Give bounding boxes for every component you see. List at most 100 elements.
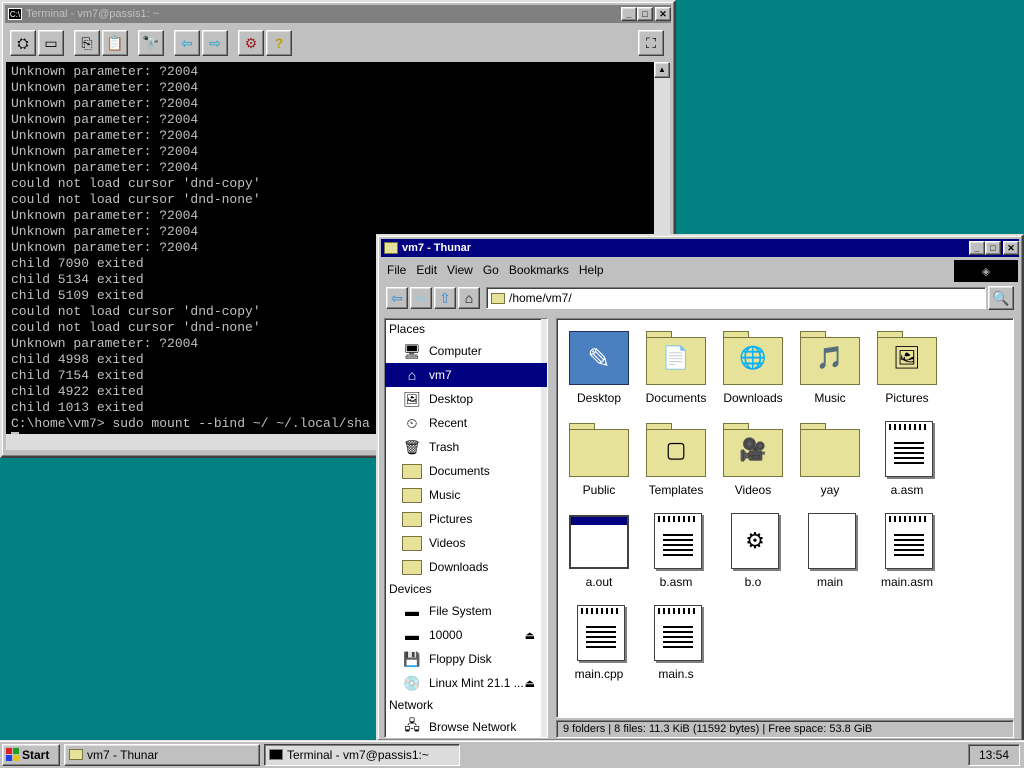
forward-arrow-icon[interactable]: ⇨ (410, 287, 432, 309)
back-arrow-icon[interactable]: ⇦ (174, 30, 200, 56)
network-heading: Network (389, 698, 434, 712)
file-item[interactable]: 📄 Documents (638, 329, 714, 405)
sidebar-item-trash[interactable]: 🗑 Trash (385, 435, 547, 459)
sidebar-item-recent[interactable]: ⏲ Recent (385, 411, 547, 435)
help-icon[interactable]: ? (266, 30, 292, 56)
forward-arrow-icon[interactable]: ⇨ (202, 30, 228, 56)
clock[interactable]: 13:54 (968, 743, 1020, 766)
terminal-line: Unknown parameter: ?2004 (11, 80, 199, 95)
menu-help[interactable]: Help (574, 263, 609, 277)
sidebar-item-label: Computer (429, 344, 482, 358)
terminal-line: Unknown parameter: ?2004 (11, 128, 199, 143)
window-icon[interactable]: ▭ (38, 30, 64, 56)
close-button[interactable]: ✕ (1003, 241, 1019, 255)
sidebar-item-videos[interactable]: Videos (385, 531, 547, 555)
copy-icon[interactable]: ⎘ (74, 30, 100, 56)
file-label: Documents (645, 391, 707, 405)
menu-file[interactable]: File (382, 263, 411, 277)
terminal-line: Unknown parameter: ?2004 (11, 208, 199, 223)
sidebar-item-floppy-disk[interactable]: 💾 Floppy Disk (385, 647, 547, 671)
sidebar-item-desktop[interactable]: 🖼 Desktop (385, 387, 547, 411)
menu-bookmarks[interactable]: Bookmarks (504, 263, 574, 277)
desktop-icon: 🖼 (403, 390, 421, 407)
folder-icon (401, 557, 423, 577)
side-pane: Places 🖥 Computer ⌂ vm7 🖼 Desktop ⏲ Recent 🗑 Trash… (384, 318, 548, 738)
file-item[interactable]: 🎵 Music (792, 329, 868, 405)
taskbar: Start vm7 - Thunar Terminal - vm7@passis1… (0, 740, 1024, 768)
file-label: Public (582, 483, 616, 497)
file-item[interactable]: 🎥 Videos (715, 421, 791, 497)
desktop-folder-icon: ✎ (567, 329, 631, 387)
folder-icon: 🎥 (721, 421, 785, 479)
menu-view[interactable]: View (442, 263, 478, 277)
terminal-line: Unknown parameter: ?2004 (11, 96, 199, 111)
folder-icon: 🌐 (721, 329, 785, 387)
file-item[interactable]: Public (561, 421, 637, 497)
sidebar-item-music[interactable]: Music (385, 483, 547, 507)
folder-icon (491, 292, 505, 304)
menu-edit[interactable]: Edit (411, 263, 442, 277)
terminal-line: Unknown parameter: ?2004 (11, 64, 199, 79)
sidebar-item-downloads[interactable]: Downloads (385, 555, 547, 579)
mark-icon[interactable]: ⛭ (10, 30, 36, 56)
terminal-titlebar[interactable]: C:\ Terminal - vm7@passis1: ~ _ □ ✕ (5, 5, 671, 23)
location-path-field[interactable]: /home/vm7/ (486, 287, 986, 309)
settings-icon[interactable]: ⚙ (238, 30, 264, 56)
file-item[interactable]: yay (792, 421, 868, 497)
file-item[interactable]: main.cpp (561, 605, 637, 681)
home-icon[interactable]: ⌂ (458, 287, 480, 309)
file-item[interactable]: main.s (638, 605, 714, 681)
menu-go[interactable]: Go (478, 263, 504, 277)
taskbar-button[interactable]: vm7 - Thunar (64, 743, 260, 766)
back-arrow-icon[interactable]: ⇦ (386, 287, 408, 309)
thunar-titlebar[interactable]: vm7 - Thunar _ □ ✕ (381, 239, 1019, 257)
sidebar-item-vm7[interactable]: ⌂ vm7 (385, 363, 547, 387)
text-file-icon (644, 513, 708, 571)
maximize-button[interactable]: □ (637, 7, 653, 21)
sidebar-item-linux-mint-21-1[interactable]: 💿 Linux Mint 21.1 ... ⏏ (385, 671, 547, 695)
start-button[interactable]: Start (2, 743, 60, 766)
sidebar-item-browse-network[interactable]: 🖧 Browse Network (385, 715, 547, 737)
file-label: main (816, 575, 843, 589)
find-icon[interactable]: 🔭 (138, 30, 164, 56)
object-file-icon: ⚙ (721, 513, 785, 571)
search-icon[interactable]: 🔍 (988, 286, 1014, 310)
file-item[interactable]: main (792, 513, 868, 589)
scroll-up-icon[interactable]: ▲ (654, 62, 670, 78)
minimize-button[interactable]: _ (621, 7, 637, 21)
maximize-button[interactable]: □ (985, 241, 1001, 255)
terminal-toolbar: ⛭ ▭ ⎘ 📋 🔭 ⇦ ⇨ ⚙ ? ⛶ (6, 26, 670, 60)
sidebar-item-pictures[interactable]: Pictures (385, 507, 547, 531)
thunar-title: vm7 - Thunar (402, 242, 472, 254)
minimize-button[interactable]: _ (969, 241, 985, 255)
file-item[interactable]: a.out (561, 513, 637, 589)
sidebar-item-documents[interactable]: Documents (385, 459, 547, 483)
places-heading: Places (389, 322, 426, 336)
file-item[interactable]: ⚙ b.o (715, 513, 791, 589)
sidebar-item-label: Linux Mint 21.1 ... (429, 676, 524, 690)
eject-icon[interactable]: ⏏ (525, 677, 535, 690)
file-item[interactable]: a.asm (869, 421, 945, 497)
sidebar-item-computer[interactable]: 🖥 Computer (385, 339, 547, 363)
fullscreen-icon[interactable]: ⛶ (638, 30, 664, 56)
file-item[interactable]: b.asm (638, 513, 714, 589)
eject-icon[interactable]: ⏏ (525, 629, 535, 642)
blank-file-icon (798, 513, 862, 571)
thunar-window[interactable]: vm7 - Thunar _ □ ✕ File Edit View Go Bookmar… (376, 234, 1024, 742)
close-button[interactable]: ✕ (655, 7, 671, 21)
terminal-app-icon: C:\ (8, 8, 22, 20)
file-item[interactable]: main.asm (869, 513, 945, 589)
terminal-line: Unknown parameter: ?2004 (11, 160, 199, 175)
folder-icon (798, 421, 862, 479)
taskbar-button[interactable]: Terminal - vm7@passis1:~ (264, 743, 460, 766)
file-item[interactable]: ▢ Templates (638, 421, 714, 497)
file-item[interactable]: 🌐 Downloads (715, 329, 791, 405)
file-item[interactable]: 🖼 Pictures (869, 329, 945, 405)
text-file-icon (567, 605, 631, 663)
sidebar-item-10000[interactable]: ▬ 10000 ⏏ (385, 623, 547, 647)
up-arrow-icon[interactable]: ⇧ (434, 287, 456, 309)
windows-logo-icon (6, 748, 19, 761)
sidebar-item-file-system[interactable]: ▬ File System (385, 599, 547, 623)
file-item[interactable]: ✎ Desktop (561, 329, 637, 405)
paste-icon[interactable]: 📋 (102, 30, 128, 56)
